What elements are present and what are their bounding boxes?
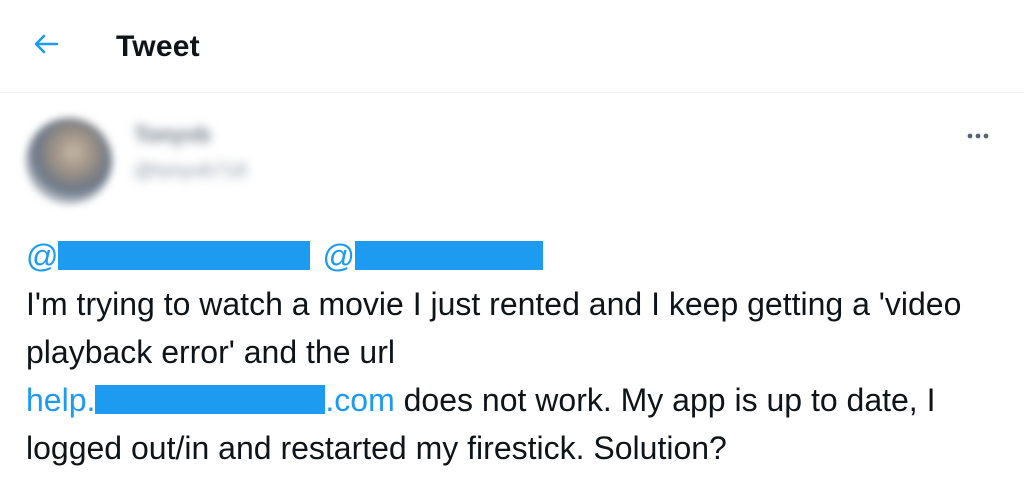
mentions-line: @ @ — [26, 232, 1001, 280]
mention-link-2[interactable]: @ — [322, 238, 543, 274]
tweet-paragraph: I'm trying to watch a movie I just rente… — [26, 280, 1001, 472]
link-prefix: help. — [26, 382, 96, 418]
redacted-domain — [95, 385, 326, 414]
mention-at-1: @ — [26, 238, 59, 274]
ellipsis-icon — [966, 127, 990, 145]
redacted-mention-2 — [354, 241, 543, 270]
tweet-body: @ @ I'm trying to watch a movie I just re… — [26, 232, 1001, 472]
tweet-text-part-1: I'm trying to watch a movie I just rente… — [26, 286, 962, 370]
top-bar: Tweet — [0, 0, 1024, 93]
back-button[interactable] — [22, 26, 70, 66]
author-name[interactable]: Tonyvb — [134, 122, 211, 148]
mention-link-1[interactable]: @ — [26, 238, 311, 274]
arrow-left-icon — [33, 33, 59, 60]
avatar[interactable] — [26, 118, 112, 204]
author-handle: @tonyvb718 — [134, 160, 247, 182]
support-url-link[interactable]: help. .com — [26, 382, 395, 418]
link-suffix: .com — [325, 382, 395, 418]
page-title: Tweet — [116, 30, 200, 63]
redacted-mention-1 — [58, 241, 311, 270]
more-options-button[interactable] — [956, 118, 1000, 154]
mention-at-2: @ — [322, 238, 355, 274]
